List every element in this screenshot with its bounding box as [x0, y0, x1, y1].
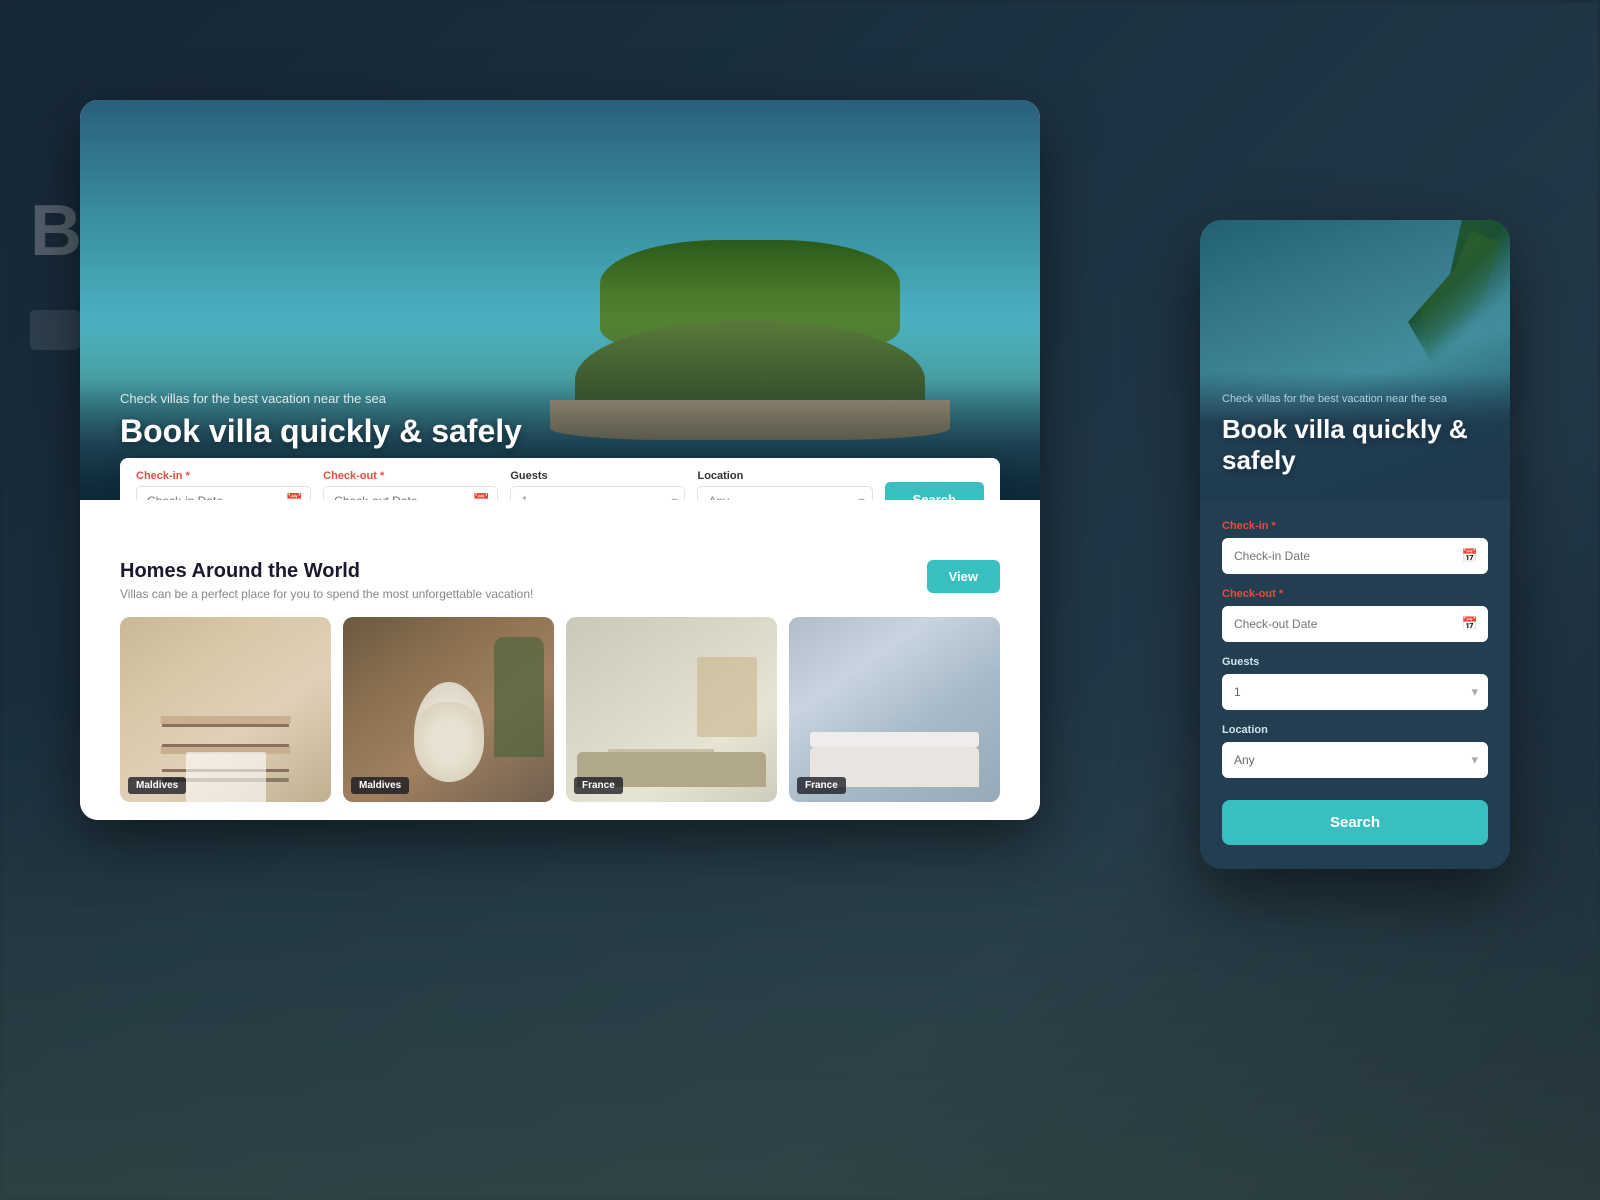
- mobile-checkin-field: Check-in * 📅: [1222, 520, 1488, 574]
- mobile-checkout-wrapper: 📅: [1222, 606, 1488, 642]
- hero-title: Book villa quickly & safely: [120, 412, 522, 450]
- villa-image-3: [566, 617, 777, 802]
- checkout-input-wrapper: 📅: [323, 486, 498, 500]
- checkout-input[interactable]: [323, 486, 498, 500]
- checkout-field: Check-out * 📅: [323, 470, 498, 500]
- section-title: Homes Around the World: [120, 560, 533, 583]
- location-select[interactable]: Any Maldives France Bali Trance: [697, 486, 872, 500]
- checkin-field: Check-in * 📅: [136, 470, 311, 500]
- mobile-guests-select[interactable]: 1 2 3 4 5+: [1222, 674, 1488, 710]
- desktop-card: Check villas for the best vacation near …: [80, 100, 1040, 820]
- mobile-checkout-label: Check-out *: [1222, 588, 1488, 600]
- mobile-checkout-input[interactable]: [1222, 606, 1488, 642]
- mobile-checkin-label: Check-in *: [1222, 520, 1488, 532]
- mobile-hero-subtitle: Check villas for the best vacation near …: [1222, 392, 1488, 407]
- checkin-input-wrapper: 📅: [136, 486, 311, 500]
- mobile-card: Check villas for the best vacation near …: [1200, 220, 1510, 869]
- mobile-guests-wrapper: 1 2 3 4 5+ ▾: [1222, 674, 1488, 710]
- search-bar: Check-in * 📅 Check-out * 📅 Guests: [120, 458, 1000, 500]
- mobile-location-label: Location: [1222, 724, 1488, 736]
- villa-grid: Maldives Maldives France: [120, 617, 1000, 802]
- villa-card-3[interactable]: France: [566, 617, 777, 802]
- villa-label-3: France: [574, 777, 623, 794]
- bg-input-hint: [30, 310, 80, 350]
- section-info: Homes Around the World Villas can be a p…: [120, 560, 533, 601]
- mobile-search-button[interactable]: Search: [1222, 800, 1488, 845]
- location-select-wrapper: Any Maldives France Bali Trance: [697, 486, 872, 500]
- hero-section: Check villas for the best vacation near …: [80, 100, 1040, 500]
- mobile-checkin-wrapper: 📅: [1222, 538, 1488, 574]
- villa-image-1: [120, 617, 331, 802]
- villa-card-4[interactable]: France: [789, 617, 1000, 802]
- hero-content: Check villas for the best vacation near …: [120, 391, 522, 450]
- villa-label-4: France: [797, 777, 846, 794]
- view-button[interactable]: View: [927, 560, 1000, 593]
- guests-field: Guests 1 2 3 4 5+: [510, 470, 685, 500]
- mobile-location-select[interactable]: Any Maldives France Bali Trance: [1222, 742, 1488, 778]
- checkin-label: Check-in *: [136, 470, 311, 482]
- villa-card-2[interactable]: Maldives: [343, 617, 554, 802]
- guests-select-wrapper: 1 2 3 4 5+: [510, 486, 685, 500]
- mobile-guests-label: Guests: [1222, 656, 1488, 668]
- villa-image-4: [789, 617, 1000, 802]
- mobile-form: Check-in * 📅 Check-out * 📅 Guests 1 2: [1200, 500, 1510, 869]
- mobile-guests-field: Guests 1 2 3 4 5+ ▾: [1222, 656, 1488, 710]
- location-label: Location: [697, 470, 872, 482]
- location-field: Location Any Maldives France Bali Trance: [697, 470, 872, 500]
- villa-label-2: Maldives: [351, 777, 409, 794]
- mobile-hero: Check villas for the best vacation near …: [1200, 220, 1510, 500]
- mobile-location-field: Location Any Maldives France Bali Trance…: [1222, 724, 1488, 778]
- guests-label: Guests: [510, 470, 685, 482]
- villa-label-1: Maldives: [128, 777, 186, 794]
- villa-image-2: [343, 617, 554, 802]
- checkin-input[interactable]: [136, 486, 311, 500]
- section-header: Homes Around the World Villas can be a p…: [120, 560, 1000, 601]
- mobile-location-wrapper: Any Maldives France Bali Trance ▾: [1222, 742, 1488, 778]
- mobile-checkout-field: Check-out * 📅: [1222, 588, 1488, 642]
- guests-select[interactable]: 1 2 3 4 5+: [510, 486, 685, 500]
- section-subtitle: Villas can be a perfect place for you to…: [120, 587, 533, 601]
- checkout-label: Check-out *: [323, 470, 498, 482]
- mobile-hero-content: Check villas for the best vacation near …: [1200, 372, 1510, 500]
- search-button[interactable]: Search: [885, 482, 984, 500]
- hero-subtitle: Check villas for the best vacation near …: [120, 391, 522, 406]
- mobile-hero-title: Book villa quickly & safely: [1222, 414, 1488, 476]
- mobile-checkin-input[interactable]: [1222, 538, 1488, 574]
- lower-section: Homes Around the World Villas can be a p…: [80, 500, 1040, 820]
- villa-card-1[interactable]: Maldives: [120, 617, 331, 802]
